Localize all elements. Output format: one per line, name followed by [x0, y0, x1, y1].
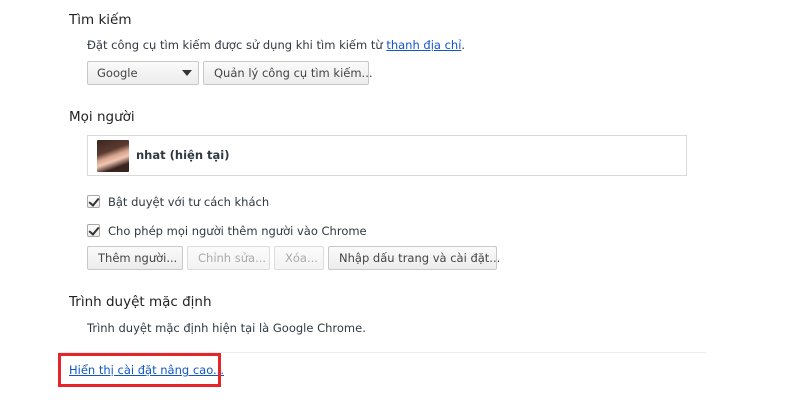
edit-person-button[interactable]: Chỉnh sửa...: [187, 246, 270, 270]
people-section-title: Mọi người: [69, 109, 135, 125]
guest-browsing-label: Bật duyệt với tư cách khách: [108, 195, 270, 209]
checkmark-icon: [88, 224, 100, 236]
address-bar-link[interactable]: thanh địa chỉ: [386, 38, 461, 52]
allow-add-person-checkbox[interactable]: [87, 224, 100, 237]
add-person-button[interactable]: Thêm người...: [87, 246, 183, 270]
checkmark-icon: [88, 195, 100, 207]
highlight-box: [58, 353, 221, 387]
profile-list[interactable]: nhat (hiện tại): [87, 135, 687, 176]
allow-add-person-label: Cho phép mọi người thêm người vào Chrome: [108, 224, 367, 238]
search-description-end: .: [461, 38, 466, 52]
search-engine-select[interactable]: Google: [87, 61, 199, 85]
profile-name: nhat (hiện tại): [136, 148, 230, 162]
import-bookmarks-button[interactable]: Nhập dấu trang và cài đặt...: [328, 246, 500, 270]
search-description: Đặt công cụ tìm kiếm được sử dụng khi tì…: [87, 38, 465, 52]
search-engine-selected: Google: [97, 66, 138, 80]
remove-person-button[interactable]: Xóa...: [274, 246, 324, 270]
avatar: [97, 140, 129, 172]
manage-search-engines-button[interactable]: Quản lý công cụ tìm kiếm...: [203, 61, 373, 85]
chevron-down-icon: [182, 70, 192, 76]
search-description-text: Đặt công cụ tìm kiếm được sử dụng khi tì…: [87, 38, 387, 52]
guest-browsing-checkbox[interactable]: [87, 195, 100, 208]
search-section-title: Tìm kiếm: [69, 12, 132, 28]
default-browser-status: Trình duyệt mặc định hiện tại là Google …: [87, 321, 366, 335]
default-browser-section-title: Trình duyệt mặc định: [69, 294, 212, 310]
